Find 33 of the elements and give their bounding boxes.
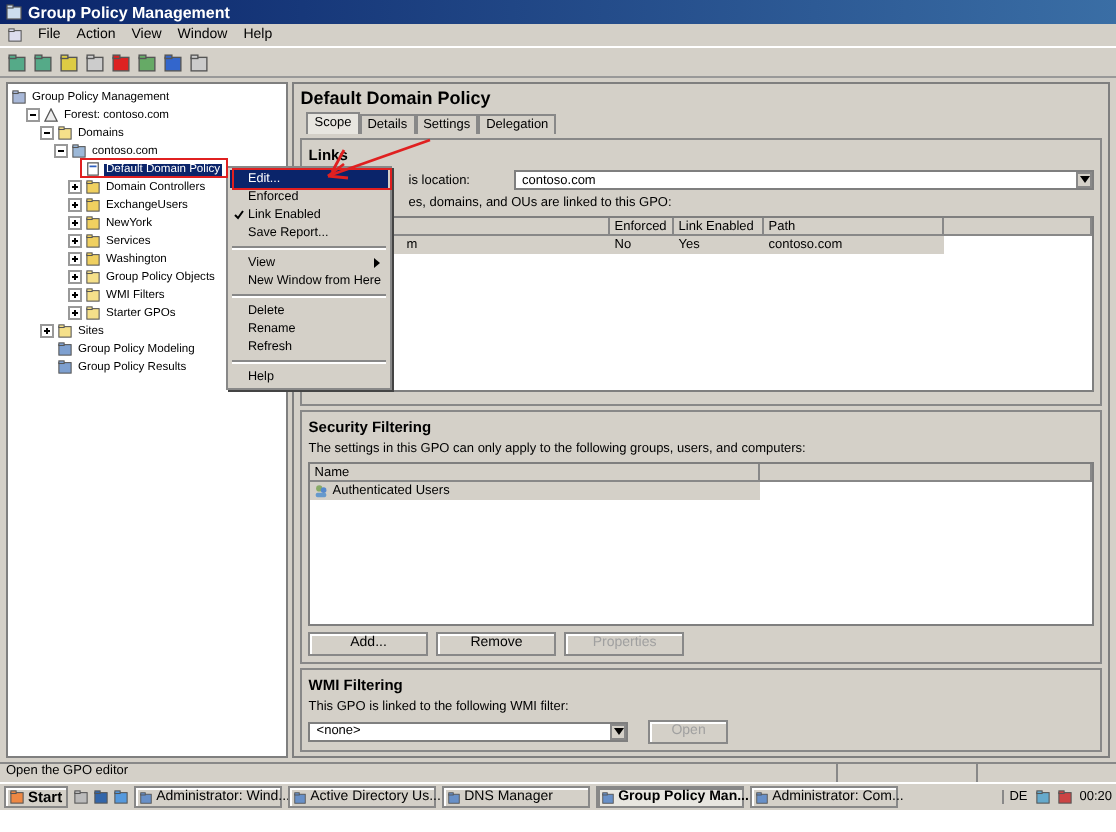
check-icon [234, 210, 244, 220]
folder-icon [86, 234, 100, 248]
expand-toggle[interactable] [68, 288, 82, 302]
collapse-toggle[interactable] [26, 108, 40, 122]
collapse-toggle[interactable] [54, 144, 68, 158]
window-title: Group Policy Management [28, 3, 230, 21]
expand-toggle[interactable] [68, 198, 82, 212]
details-title: Default Domain Policy [300, 88, 493, 109]
expand-toggle[interactable] [68, 216, 82, 230]
folder-icon [86, 288, 100, 302]
dropdown-arrow-icon [613, 727, 624, 736]
expand-toggle[interactable] [68, 234, 82, 248]
folder-icon [58, 126, 72, 140]
folder-icon [86, 270, 100, 284]
submenu-arrow-icon [374, 258, 380, 268]
triangle-icon [44, 108, 58, 122]
expand-toggle[interactable] [68, 180, 82, 194]
expand-toggle[interactable] [68, 270, 82, 284]
folder-icon [58, 324, 72, 338]
expand-toggle[interactable] [68, 306, 82, 320]
folder-icon [86, 198, 100, 212]
users-icon [314, 483, 329, 498]
folder-icon [86, 216, 100, 230]
folder-icon [86, 180, 100, 194]
document-icon [86, 162, 100, 176]
folder-icon [60, 53, 78, 71]
folder-icon [86, 306, 100, 320]
folder-icon [86, 252, 100, 266]
expand-toggle[interactable] [40, 324, 54, 338]
expand-toggle[interactable] [68, 252, 82, 266]
collapse-toggle[interactable] [40, 126, 54, 140]
dropdown-arrow-icon [1079, 176, 1089, 185]
app-icon [6, 4, 22, 20]
